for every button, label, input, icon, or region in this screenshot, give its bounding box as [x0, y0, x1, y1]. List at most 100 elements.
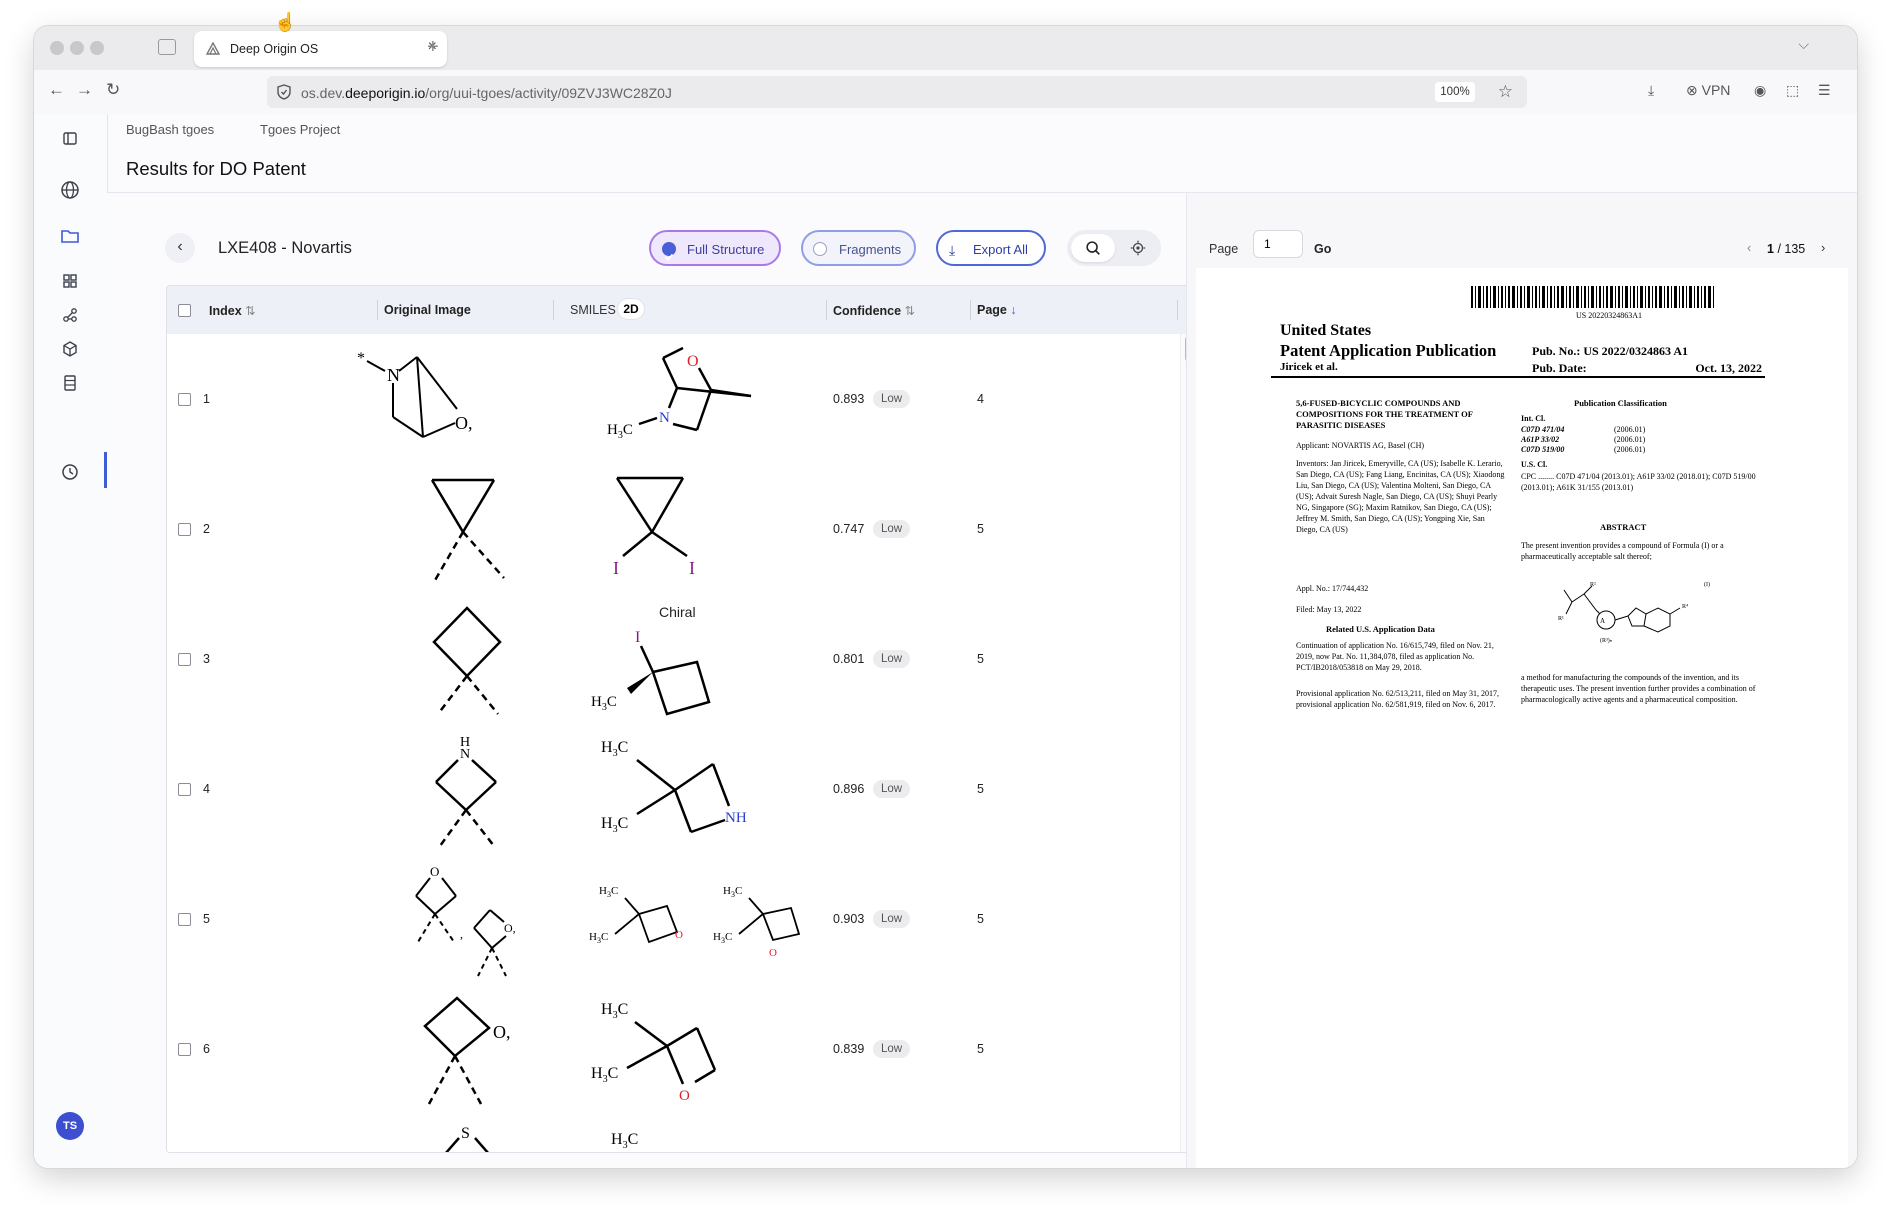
account-icon[interactable]: ◉ [1754, 82, 1766, 99]
svg-text:I: I [635, 629, 640, 646]
globe-icon[interactable] [59, 179, 81, 201]
tab-deep-origin[interactable]: Deep Origin OS × [194, 31, 447, 67]
col-original-image: Original Image [384, 303, 471, 317]
patent-pub-date: Pub. Date: Oct. 13, 2022 [1532, 361, 1762, 376]
pub-date-label: Pub. Date: [1532, 361, 1587, 375]
settings-molecule-icon[interactable] [1129, 239, 1147, 257]
pub-no-value: US 2022/0324863 A1 [1583, 344, 1689, 358]
confidence-badge: Low [873, 650, 911, 668]
svg-text:R²: R² [1590, 582, 1596, 588]
prev-page-icon[interactable]: ‹ [1747, 240, 1751, 255]
table-row[interactable]: S H3C [167, 1114, 1181, 1152]
svg-text:N: N [659, 410, 670, 426]
page-number[interactable]: 5 [977, 912, 984, 926]
smiles-2d-toggle[interactable]: 2D [618, 299, 644, 319]
breadcrumb-item[interactable]: Tgoes Project [260, 122, 340, 137]
maximize-window-button[interactable] [90, 41, 104, 55]
url-domain: deeporigin.io [345, 85, 426, 101]
results-table: Index ⇅ Original Image SMILES 2D Confide… [166, 285, 1198, 1153]
back-button[interactable]: ‹ [165, 233, 195, 263]
row-checkbox[interactable] [178, 913, 191, 926]
row-checkbox[interactable] [178, 393, 191, 406]
database-icon[interactable] [59, 372, 81, 394]
grid-icon[interactable] [59, 270, 81, 292]
vpn-button[interactable]: ⊗ VPN [1686, 82, 1730, 99]
col-index[interactable]: Index ⇅ [209, 303, 256, 318]
address-bar[interactable]: os.dev.deeporigin.io/org/uui-tgoes/activ… [267, 76, 1527, 108]
new-tab-icon[interactable]: + [427, 36, 439, 59]
page-number[interactable]: 5 [977, 1042, 984, 1056]
fragments-toggle[interactable]: Fragments [801, 230, 916, 266]
url-prefix: os.dev. [301, 85, 346, 101]
cube-icon[interactable] [59, 338, 81, 360]
row-checkbox[interactable] [178, 783, 191, 796]
deep-origin-logo-icon [206, 42, 220, 55]
full-structure-toggle[interactable]: Full Structure [649, 230, 781, 266]
col-confidence[interactable]: Confidence ⇅ [833, 303, 915, 318]
view-mode-active[interactable] [1071, 234, 1115, 262]
back-icon[interactable]: ← [48, 80, 65, 100]
page-number[interactable]: 5 [977, 782, 984, 796]
original-image-structure [430, 478, 505, 583]
breadcrumb-item[interactable]: BugBash tgoes [126, 122, 214, 137]
menu-icon[interactable]: ☰ [1818, 82, 1831, 99]
svg-text:(I): (I) [1704, 581, 1710, 588]
int-cl-year-1: (2006.01) [1614, 425, 1646, 434]
close-window-button[interactable] [50, 41, 64, 55]
column-separator[interactable] [377, 300, 378, 320]
svg-text:N: N [387, 365, 400, 385]
chevron-down-icon[interactable]: ⌵ [1798, 36, 1809, 53]
extensions-icon[interactable]: ⬚ [1786, 82, 1799, 99]
row-checkbox[interactable] [178, 653, 191, 666]
row-checkbox[interactable] [178, 523, 191, 536]
int-cl-year-2: (2006.01) [1614, 435, 1646, 444]
page-number[interactable]: 4 [977, 392, 984, 406]
confidence-badge: Low [873, 910, 911, 928]
shield-icon[interactable] [277, 84, 291, 100]
svg-text:A: A [1600, 617, 1605, 625]
reload-icon[interactable]: ↻ [106, 80, 120, 100]
next-page-icon[interactable]: › [1821, 240, 1825, 255]
history-icon[interactable] [59, 461, 81, 483]
page-indicator: 1 / 135 [1767, 242, 1805, 256]
table-row[interactable]: 3 Chiral I H3C 0.801 Low 5 [167, 594, 1181, 725]
go-button[interactable]: Go [1314, 242, 1331, 256]
page-input[interactable] [1253, 230, 1303, 258]
col-page[interactable]: Page ↓ [977, 303, 1017, 317]
column-separator[interactable] [826, 300, 827, 320]
patent-continuation: Continuation of application No. 16/615,7… [1296, 641, 1494, 672]
page-number[interactable]: 5 [977, 652, 984, 666]
zoom-level[interactable]: 100% [1435, 82, 1475, 102]
view-mode-toggle[interactable] [1067, 230, 1161, 266]
select-all-checkbox[interactable] [178, 304, 191, 317]
forward-icon[interactable]: → [76, 80, 93, 100]
column-separator[interactable] [553, 300, 554, 320]
document-title: LXE408 - Novartis [218, 239, 352, 257]
export-all-button[interactable]: ⤓ Export All [936, 230, 1046, 266]
patent-cpc: CPC ........ C07D 471/04 (2013.01); A61P… [1521, 472, 1756, 492]
avatar[interactable]: TS [56, 1112, 84, 1140]
minimize-window-button[interactable] [70, 41, 84, 55]
svg-text:H3C: H3C [601, 1001, 628, 1021]
tab-overview-icon[interactable] [158, 39, 176, 55]
sort-icon: ⇅ [904, 304, 916, 318]
row-index: 2 [203, 522, 210, 536]
page-number[interactable]: 5 [977, 522, 984, 536]
table-row[interactable]: 1 * N O, O N H3C 0.893 Low 4 [167, 334, 1181, 465]
molecule-icon[interactable] [59, 304, 81, 326]
download-icon[interactable]: ⤓ [1648, 82, 1654, 99]
table-row[interactable]: 5 O , O, H3C H3C O H3C H3C O 0.903 Low 5 [167, 854, 1181, 985]
table-row[interactable]: 2 I I 0.747 Low 5 [167, 464, 1181, 595]
smiles-structure: I I [613, 476, 695, 578]
table-row[interactable]: 4 H N H3C H3C NH 0.896 Low 5 [167, 724, 1181, 855]
sidebar-toggle-icon[interactable] [59, 128, 81, 150]
column-separator[interactable] [970, 300, 971, 320]
svg-text:O: O [687, 353, 699, 370]
row-checkbox[interactable] [178, 1043, 191, 1056]
folder-icon[interactable] [59, 225, 81, 247]
bookmark-star-icon[interactable]: ☆ [1498, 82, 1513, 102]
table-row[interactable]: 6 O, H3C H3C O 0.839 Low 5 [167, 984, 1181, 1115]
confidence-badge: Low [873, 520, 911, 538]
svg-text:S: S [461, 1125, 470, 1142]
column-separator[interactable] [1177, 300, 1178, 320]
